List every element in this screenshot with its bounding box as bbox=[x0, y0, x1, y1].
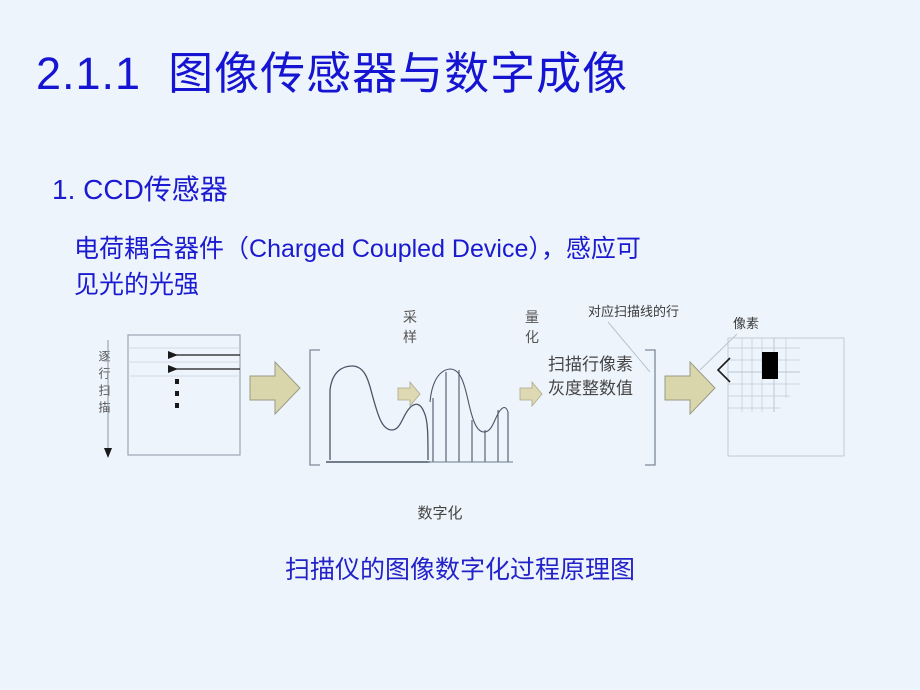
body-text-latin-term: Charged Coupled Device bbox=[249, 235, 529, 263]
small-arrow-sampling bbox=[397, 380, 421, 408]
block-arrow-1 bbox=[249, 360, 301, 416]
scan-direction-arrowhead bbox=[104, 448, 112, 458]
ellipsis-dot-2 bbox=[175, 391, 179, 396]
stage-sampled-bars bbox=[428, 368, 513, 463]
stage-label-quantization-char2: 化 bbox=[525, 330, 539, 346]
stage-progressive-scan: 逐行扫描 bbox=[97, 334, 241, 458]
stage-analog-waveform bbox=[326, 365, 430, 463]
scan-page-frame bbox=[127, 334, 241, 456]
scan-line-2-arrowhead bbox=[168, 365, 178, 373]
slide-canvas: 2.1.1 图像传感器与数字成像 1. CCD传感器 电荷耦合器件（Charge… bbox=[0, 0, 920, 690]
ellipsis-dot-1 bbox=[175, 379, 179, 384]
scan-line-1-arrowhead bbox=[168, 351, 178, 359]
scanner-digitization-diagram: 对应扫描线的行 像素 逐行扫描 采 样 量 化 扫描行像素 灰度整数值 数字化 bbox=[0, 290, 920, 540]
page-title: 2.1.1 图像传感器与数字成像 bbox=[36, 48, 629, 99]
bullet-level1-ccd-sensor: 1. CCD传感器 bbox=[52, 174, 228, 205]
highlighted-pixel bbox=[762, 352, 778, 379]
digitize-bracket-left bbox=[309, 349, 320, 466]
stage-label-quantization-char1: 量 bbox=[525, 310, 539, 326]
sampled-envelope-curve bbox=[429, 368, 509, 433]
stage-label-sampling-char2: 样 bbox=[403, 330, 417, 346]
value-label-line2: 灰度整数值 bbox=[548, 379, 633, 398]
vertical-scan-label: 逐行扫描 bbox=[97, 350, 111, 418]
figure-caption: 扫描仪的图像数字化过程原理图 bbox=[284, 557, 635, 584]
ellipsis-dot-3 bbox=[175, 403, 179, 408]
body-text-cjk-lead: 电荷耦合器件（ bbox=[74, 236, 250, 263]
leader-line-pixel bbox=[699, 333, 738, 371]
digitize-caption: 数字化 bbox=[417, 505, 462, 522]
annotation-pixel-label: 像素 bbox=[733, 316, 759, 331]
stage-pixel-grid bbox=[716, 337, 845, 457]
value-label-line1: 扫描行像素 bbox=[548, 355, 633, 374]
analog-signal-curve bbox=[329, 365, 429, 461]
annotation-row-label: 对应扫描线的行 bbox=[588, 304, 679, 319]
body-text-cjk-tail: ），感应可 bbox=[528, 236, 641, 263]
small-arrow-quantization bbox=[519, 380, 543, 408]
stage-label-sampling-char1: 采 bbox=[403, 310, 417, 326]
block-arrow-2 bbox=[664, 360, 716, 416]
